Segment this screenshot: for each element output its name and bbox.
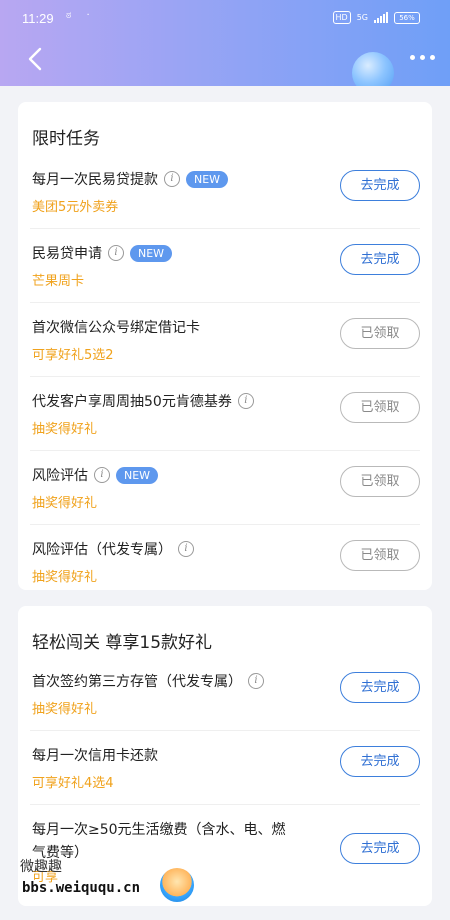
chevron-left-icon — [28, 47, 42, 71]
task-row: 民易贷申请 i NEW 芒果周卡 去完成 — [18, 228, 432, 302]
task-name-row: 每月一次≥50元生活缴费（含水、电、燃 — [32, 819, 286, 839]
more-dots-icon — [410, 55, 415, 60]
notification-icons: ಠ · — [66, 10, 96, 21]
task-name-row: 每月一次信用卡还款 — [32, 745, 158, 765]
task-reward: 抽奖得好礼 — [32, 702, 98, 717]
task-name: 代发客户享周周抽50元肯德基券 — [32, 394, 232, 410]
info-icon[interactable]: i — [237, 393, 254, 409]
task-name-row: 风险评估 i NEW — [32, 465, 159, 485]
divider — [30, 450, 420, 451]
battery-icon: 56% — [394, 11, 420, 24]
status-bar: 11:29 ಠ · HD 5G 56% — [0, 0, 450, 38]
task-row: 首次微信公众号绑定借记卡 可享好礼5选2 已领取 — [18, 302, 432, 376]
limited-tasks-card: 限时任务 每月一次民易贷提款 i NEW 美团5元外卖券 去完成 民易贷申请 i… — [18, 102, 432, 590]
task-row: 首次签约第三方存管（代发专属） i 抽奖得好礼 去完成 — [18, 656, 432, 730]
info-icon[interactable]: i — [248, 673, 264, 689]
new-badge: NEW — [116, 466, 159, 484]
task-reward: 美团5元外卖券 — [32, 200, 119, 215]
task-name-row: 代发客户享周周抽50元肯德基券 i — [32, 391, 254, 411]
task-reward: 芒果周卡 — [32, 274, 85, 289]
claimed-button[interactable]: 已领取 — [340, 318, 420, 349]
section-title: 限时任务 — [32, 129, 100, 149]
info-icon[interactable]: i — [178, 541, 194, 557]
go-complete-button[interactable]: 去完成 — [340, 170, 420, 201]
task-name: 风险评估（代发专属） — [32, 542, 172, 558]
hd-icon: HD — [332, 11, 351, 24]
task-row: 每月一次信用卡还款 可享好礼4选4 去完成 — [18, 730, 432, 804]
go-complete-button[interactable]: 去完成 — [340, 833, 420, 864]
go-complete-button[interactable]: 去完成 — [340, 244, 420, 275]
divider — [30, 804, 420, 805]
task-name: 首次签约第三方存管（代发专属） — [32, 674, 242, 690]
task-reward: 抽奖得好礼 — [32, 422, 98, 437]
task-name: 每月一次民易贷提款 — [32, 172, 158, 188]
task-name-row: 首次微信公众号绑定借记卡 — [32, 317, 200, 337]
watermark-logo — [160, 868, 194, 902]
task-row: 风险评估 i NEW 抽奖得好礼 已领取 — [18, 450, 432, 524]
info-icon[interactable]: i — [94, 467, 110, 483]
info-icon[interactable]: i — [164, 171, 180, 187]
task-reward: 抽奖得好礼 — [32, 570, 98, 585]
task-name-row: 每月一次民易贷提款 i NEW — [32, 169, 229, 189]
network-label: 5G — [356, 13, 368, 22]
task-name: 每月一次≥50元生活缴费（含水、电、燃 — [32, 822, 286, 838]
divider — [30, 524, 420, 525]
task-reward: 可享好礼5选2 — [32, 348, 114, 363]
task-row: 每月一次民易贷提款 i NEW 美团5元外卖券 去完成 — [18, 154, 432, 228]
divider — [30, 730, 420, 731]
new-badge: NEW — [186, 170, 229, 188]
task-name: 首次微信公众号绑定借记卡 — [32, 320, 200, 336]
task-name: 风险评估 — [32, 468, 88, 484]
task-row: 风险评估（代发专属） i 抽奖得好礼 已领取 — [18, 524, 432, 598]
claimed-button[interactable]: 已领取 — [340, 466, 420, 497]
go-complete-button[interactable]: 去完成 — [340, 746, 420, 777]
divider — [30, 376, 420, 377]
more-dot — [430, 55, 435, 60]
divider — [30, 302, 420, 303]
claimed-button[interactable]: 已领取 — [340, 540, 420, 571]
signal-icon — [374, 12, 388, 23]
status-right: HD 5G 56% — [332, 11, 420, 24]
back-button[interactable] — [24, 44, 48, 74]
decorative-orb — [352, 52, 394, 86]
more-button[interactable] — [408, 47, 438, 69]
go-complete-button[interactable]: 去完成 — [340, 672, 420, 703]
claimed-button[interactable]: 已领取 — [340, 392, 420, 423]
header-bar: 11:29 ಠ · HD 5G 56% — [0, 0, 450, 86]
divider — [30, 228, 420, 229]
task-name-row: 民易贷申请 i NEW — [32, 243, 173, 263]
task-name: 每月一次信用卡还款 — [32, 748, 158, 764]
task-reward: 可享好礼4选4 — [32, 776, 114, 791]
task-name-row: 风险评估（代发专属） i — [32, 539, 194, 559]
new-badge: NEW — [130, 244, 173, 262]
watermark-url: bbs.weiququ.cn — [22, 880, 141, 896]
task-row: 代发客户享周周抽50元肯德基券 i 抽奖得好礼 已领取 — [18, 376, 432, 450]
info-icon[interactable]: i — [108, 245, 124, 261]
status-time: 11:29 — [22, 11, 54, 26]
task-reward: 抽奖得好礼 — [32, 496, 98, 511]
task-name: 民易贷申请 — [32, 246, 102, 262]
more-dot — [420, 55, 425, 60]
challenge-tasks-card: 轻松闯关 尊享15款好礼 首次签约第三方存管（代发专属） i 抽奖得好礼 去完成… — [18, 606, 432, 906]
task-name-row: 首次签约第三方存管（代发专属） i — [32, 671, 264, 691]
watermark-text: 微趣趣 — [20, 859, 62, 875]
section-title: 轻松闯关 尊享15款好礼 — [32, 633, 213, 653]
